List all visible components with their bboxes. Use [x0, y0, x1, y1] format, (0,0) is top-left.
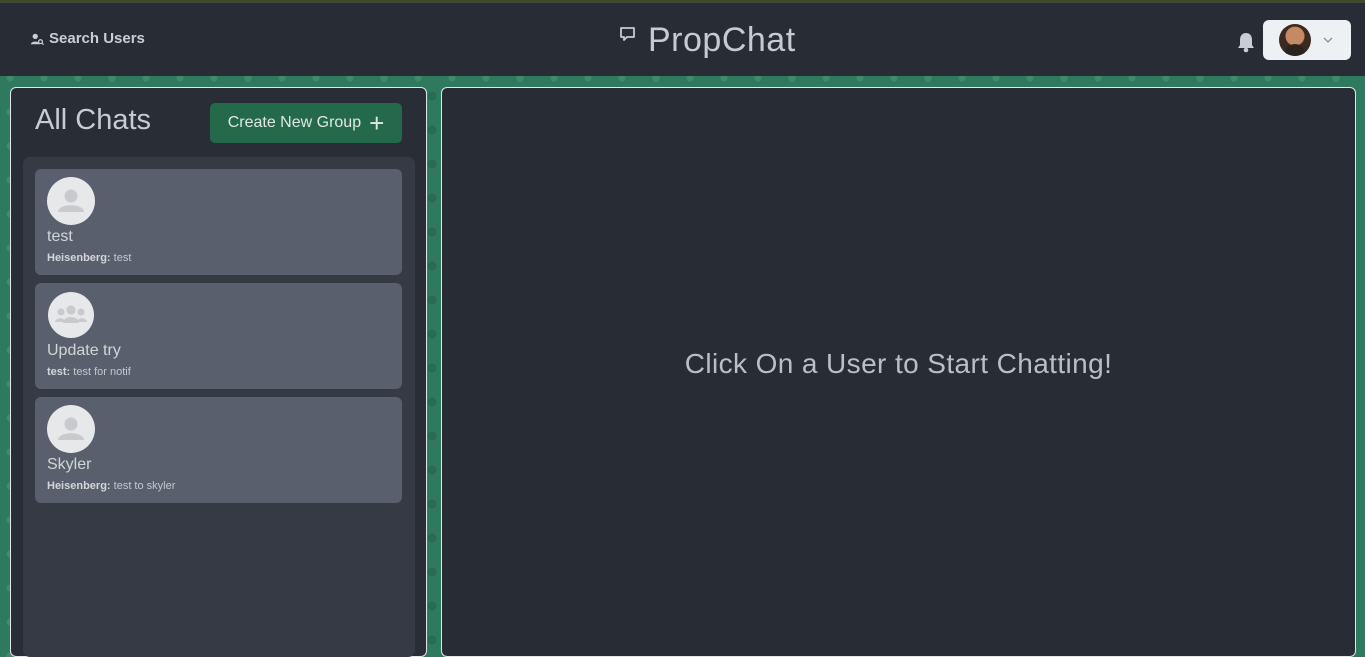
- chevron-down-icon: [1323, 37, 1333, 43]
- latest-message: Heisenberg: test: [47, 252, 131, 264]
- message-text: test: [113, 252, 132, 264]
- search-users-label: Search Users: [49, 30, 145, 47]
- chat-window-panel: Click On a User to Start Chatting!: [441, 87, 1356, 657]
- create-group-button[interactable]: Create New Group +: [210, 103, 402, 143]
- chat-item-update-try[interactable]: Update try test: test for notif: [35, 283, 402, 389]
- group-icon: [48, 292, 94, 338]
- search-users-button[interactable]: Search Users: [30, 30, 145, 47]
- create-group-label: Create New Group: [227, 114, 362, 131]
- search-user-icon: [30, 33, 44, 45]
- latest-message: Heisenberg: test to skyler: [47, 480, 175, 492]
- chat-bubble-icon: [620, 27, 635, 41]
- user-icon: [47, 405, 95, 453]
- avatar: [1279, 24, 1311, 56]
- chat-name: Skyler: [47, 456, 92, 473]
- top-navbar: Search Users PropChat: [0, 3, 1365, 76]
- profile-menu-button[interactable]: [1263, 20, 1351, 60]
- chat-name: test: [47, 228, 73, 245]
- brand-logo: PropChat: [618, 20, 796, 60]
- chat-item-skyler[interactable]: Skyler Heisenberg: test to skyler: [35, 397, 402, 503]
- bell-icon[interactable]: [1236, 30, 1256, 54]
- user-icon: [47, 177, 95, 225]
- chat-list: test Heisenberg: test Update try test: t…: [23, 157, 415, 657]
- all-chats-title: All Chats: [35, 104, 152, 136]
- message-text: test to skyler: [113, 480, 176, 492]
- latest-message: test: test for notif: [47, 366, 131, 378]
- message-sender: Heisenberg:: [47, 480, 111, 492]
- empty-chat-message: Click On a User to Start Chatting!: [684, 348, 1113, 379]
- plus-icon: +: [369, 108, 385, 138]
- chat-list-panel: All Chats Create New Group + test Heisen…: [10, 87, 427, 657]
- chat-name: Update try: [47, 342, 121, 359]
- message-sender: test:: [47, 366, 71, 378]
- brand-title: PropChat: [648, 21, 796, 59]
- message-sender: Heisenberg:: [47, 252, 111, 264]
- chat-item-test[interactable]: test Heisenberg: test: [35, 169, 402, 275]
- message-text: test for notif: [73, 366, 131, 378]
